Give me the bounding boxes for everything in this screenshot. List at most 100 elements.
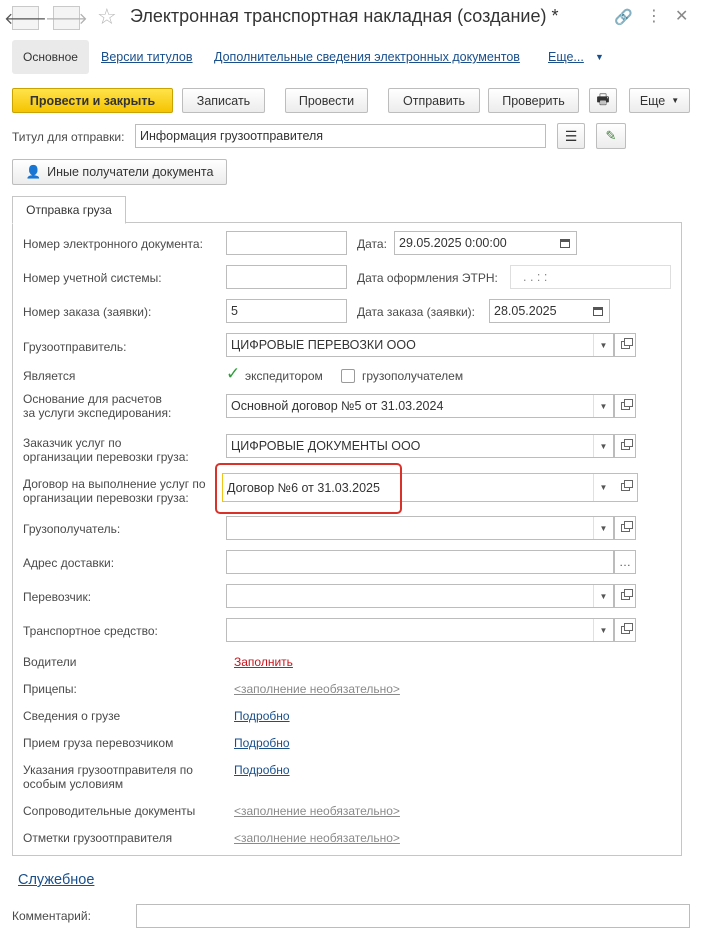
list-icon: ☰ <box>564 127 578 144</box>
open-contract-button[interactable] <box>614 475 636 499</box>
order-date-field[interactable]: 28.05.2025 <box>489 299 610 323</box>
open-consignee-button[interactable] <box>614 516 636 540</box>
customer-label: Заказчик услуг по организации перевозки … <box>23 436 189 464</box>
users-icon: 👤 <box>25 164 42 179</box>
order-number-field[interactable]: 5 <box>226 299 347 323</box>
calendar-icon[interactable] <box>587 300 609 322</box>
shipper-value: ЦИФРОВЫЕ ПЕРЕВОЗКИ ООО <box>231 338 416 352</box>
consignee-field[interactable]: ▼ <box>226 516 614 540</box>
open-basis-button[interactable] <box>614 394 636 418</box>
date-value: 29.05.2025 0:00:00 <box>399 236 507 250</box>
drivers-fill-link[interactable]: Заполнить <box>234 655 293 669</box>
printer-icon: 🖶 <box>596 90 610 107</box>
vehicle-label: Транспортное средство: <box>23 624 158 638</box>
doc-number-field[interactable] <box>226 231 347 255</box>
dropdown-icon[interactable]: ▼ <box>593 334 613 356</box>
instructions-details-link[interactable]: Подробно <box>234 763 290 777</box>
more-button[interactable]: Еще ▼ <box>629 88 690 113</box>
cargo-details-link[interactable]: Подробно <box>234 709 290 723</box>
contract-label: Договор на выполнение услуг по организац… <box>23 477 206 505</box>
caret-down-icon: ▼ <box>671 96 680 105</box>
order-date-label: Дата заказа (заявки): <box>357 305 475 319</box>
accompanying-optional-link[interactable]: <заполнение необязательно> <box>234 804 400 818</box>
instructions-label-line1: Указания грузоотправителя по <box>23 763 193 777</box>
list-button[interactable]: ☰ <box>557 123 585 149</box>
tab-additional-info[interactable]: Дополнительные сведения электронных доку… <box>214 50 520 64</box>
open-shipper-button[interactable] <box>614 333 636 357</box>
dropdown-icon[interactable]: ▼ <box>593 585 613 607</box>
open-icon <box>620 439 633 450</box>
consignee-checkbox[interactable] <box>341 369 355 383</box>
trailers-label: Прицепы: <box>23 682 77 696</box>
marks-optional-link[interactable]: <заполнение необязательно> <box>234 831 400 845</box>
carrier-field[interactable]: ▼ <box>226 584 614 608</box>
drivers-label: Водители <box>23 655 77 669</box>
chevron-down-icon[interactable]: ▼ <box>595 52 604 62</box>
dropdown-icon[interactable]: ▼ <box>593 395 613 417</box>
forward-button[interactable]: 🡒 <box>45 6 88 30</box>
vehicle-field[interactable]: ▼ <box>226 618 614 642</box>
tab-more[interactable]: Еще... <box>548 50 584 64</box>
account-number-field[interactable] <box>226 265 347 289</box>
open-icon <box>620 589 633 600</box>
customer-field[interactable]: ЦИФРОВЫЕ ДОКУМЕНТЫ ООО ▼ <box>226 434 614 458</box>
comment-field[interactable] <box>136 904 690 928</box>
etrn-date-field: . . : : <box>510 265 671 289</box>
ellipsis-button[interactable]: … <box>614 550 636 574</box>
open-customer-button[interactable] <box>614 434 636 458</box>
send-button[interactable]: Отправить <box>388 88 480 113</box>
tab-main[interactable]: Основное <box>12 40 89 74</box>
carrier-label: Перевозчик: <box>23 590 92 604</box>
open-icon <box>620 399 633 410</box>
tab-cargo-dispatch[interactable]: Отправка груза <box>12 196 126 224</box>
date-field[interactable]: 29.05.2025 0:00:00 <box>394 231 577 255</box>
title-for-sending-field[interactable]: Информация грузоотправителя <box>135 124 546 148</box>
star-icon[interactable]: ☆ <box>97 4 117 30</box>
open-icon <box>620 521 633 532</box>
instructions-label: Указания грузоотправителя по особым усло… <box>23 763 193 791</box>
print-button[interactable]: 🖶 <box>589 88 617 113</box>
more-button-label: Еще <box>639 93 666 108</box>
arrow-right-icon: 🡒 <box>45 10 88 28</box>
trailers-optional-link[interactable]: <заполнение необязательно> <box>234 682 400 696</box>
shipper-field[interactable]: ЦИФРОВЫЕ ПЕРЕВОЗКИ ООО ▼ <box>226 333 614 357</box>
service-group-link[interactable]: Служебное <box>18 872 94 888</box>
basis-field[interactable]: Основной договор №5 от 31.03.2024 ▼ <box>226 394 614 418</box>
is-label: Является <box>23 369 76 383</box>
instructions-label-line2: особым условиям <box>23 777 124 791</box>
save-button[interactable]: Записать <box>182 88 265 113</box>
close-icon[interactable]: ✕ <box>675 6 688 26</box>
basis-label-line1: Основание для расчетов <box>23 392 162 406</box>
comment-label: Комментарий: <box>12 909 91 923</box>
forwarder-checkbox[interactable]: ✓ <box>226 365 240 382</box>
tab-title-versions[interactable]: Версии титулов <box>101 50 193 64</box>
arrow-left-icon: 🡐 <box>4 10 47 28</box>
other-recipients-button[interactable]: 👤 Иные получатели документа <box>12 159 227 185</box>
back-button[interactable]: 🡐 <box>4 6 47 30</box>
more-vertical-icon[interactable]: ⋮ <box>646 6 662 26</box>
delivery-address-field[interactable] <box>226 550 614 574</box>
open-icon <box>620 480 633 491</box>
dropdown-icon[interactable]: ▼ <box>593 474 613 501</box>
accompanying-docs-label: Сопроводительные документы <box>23 804 196 818</box>
basis-label: Основание для расчетов за услуги экспеди… <box>23 392 171 420</box>
edit-button[interactable]: ✎ <box>596 123 626 149</box>
open-carrier-button[interactable] <box>614 584 636 608</box>
link-icon[interactable]: 🔗 <box>614 8 633 26</box>
open-vehicle-button[interactable] <box>614 618 636 642</box>
dropdown-icon[interactable]: ▼ <box>593 619 613 641</box>
acceptance-label: Прием груза перевозчиком <box>23 736 174 750</box>
dropdown-icon[interactable]: ▼ <box>593 517 613 539</box>
order-number-label: Номер заказа (заявки): <box>23 305 152 319</box>
calendar-icon[interactable] <box>554 232 576 254</box>
other-recipients-label: Иные получатели документа <box>47 165 214 179</box>
post-button[interactable]: Провести <box>285 88 368 113</box>
basis-value: Основной договор №5 от 31.03.2024 <box>231 399 444 413</box>
dropdown-icon[interactable]: ▼ <box>593 435 613 457</box>
contract-label-line1: Договор на выполнение услуг по <box>23 477 206 491</box>
delivery-address-label: Адрес доставки: <box>23 556 115 570</box>
acceptance-details-link[interactable]: Подробно <box>234 736 290 750</box>
post-and-close-button[interactable]: Провести и закрыть <box>12 88 173 113</box>
contract-label-line2: организации перевозки груза: <box>23 491 189 505</box>
check-button[interactable]: Проверить <box>488 88 579 113</box>
